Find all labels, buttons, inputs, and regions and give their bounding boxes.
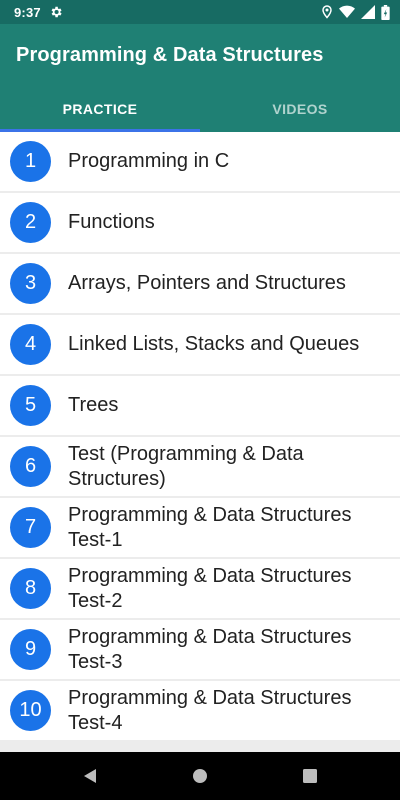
wifi-icon [339,5,355,19]
list-item[interactable]: 7 Programming & Data Structures Test-1 [0,498,400,557]
list-item-label: Programming & Data Structures Test-2 [68,564,352,612]
number-badge: 9 [10,629,51,670]
number-badge: 7 [10,507,51,548]
app-bar: Programming & Data Structures PRACTICE V… [0,24,400,132]
gear-icon [49,5,63,19]
signal-icon [361,5,375,19]
topic-list: 1 Programming in C 2 Functions 3 Arrays,… [0,132,400,752]
number-badge: 6 [10,446,51,487]
back-icon[interactable] [60,752,120,800]
number-badge: 10 [10,690,51,731]
number-badge: 5 [10,385,51,426]
list-item-label: Linked Lists, Stacks and Queues [68,333,360,355]
list-item-label: Test (Programming & Data Structures) [68,442,304,490]
recents-icon[interactable] [280,752,340,800]
list-item[interactable]: 5 Trees [0,376,400,435]
number-badge: 1 [10,141,51,182]
list-item-label: Arrays, Pointers and Structures [68,272,346,294]
list-item-label: Programming in C [68,150,230,172]
list-item[interactable]: 4 Linked Lists, Stacks and Queues [0,315,400,374]
list-item-label: Programming & Data Structures Test-1 [68,503,352,551]
tab-bar: PRACTICE VIDEOS [0,86,400,132]
page-title: Programming & Data Structures [16,44,324,66]
home-icon[interactable] [170,752,230,800]
status-time: 9:37 [14,4,41,20]
status-bar: 9:37 [0,0,400,24]
tab-practice[interactable]: PRACTICE [0,86,200,132]
list-item[interactable]: 9 Programming & Data Structures Test-3 [0,620,400,679]
list-item[interactable]: 8 Programming & Data Structures Test-2 [0,559,400,618]
list-item[interactable]: 2 Functions [0,193,400,252]
list-item[interactable]: 1 Programming in C [0,132,400,191]
list-item-label: Programming & Data Structures Test-4 [68,686,352,734]
number-badge: 3 [10,263,51,304]
tab-videos[interactable]: VIDEOS [200,86,400,132]
list-item-label: Functions [68,211,155,233]
list-item-label: Programming & Data Structures Test-3 [68,625,352,673]
list-item[interactable]: 3 Arrays, Pointers and Structures [0,254,400,313]
number-badge: 4 [10,324,51,365]
navigation-bar [0,752,400,800]
number-badge: 8 [10,568,51,609]
list-item-label: Trees [68,394,119,416]
list-item[interactable]: 10 Programming & Data Structures Test-4 [0,681,400,740]
number-badge: 2 [10,202,51,243]
battery-icon [381,4,390,20]
list-item[interactable]: 6 Test (Programming & Data Structures) [0,437,400,496]
location-icon [321,5,333,19]
